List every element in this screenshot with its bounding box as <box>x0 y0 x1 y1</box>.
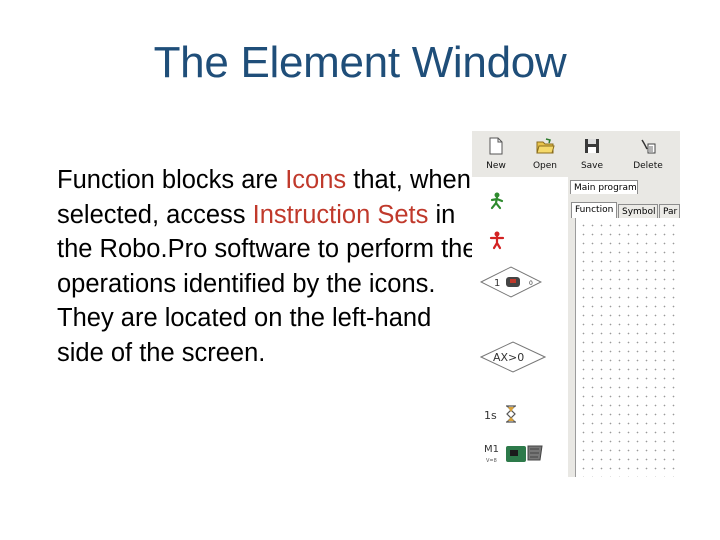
save-button-label: Save <box>580 161 604 171</box>
end-block[interactable] <box>486 230 508 250</box>
open-button-label: Open <box>532 161 558 171</box>
delete-button[interactable]: Delete <box>628 133 668 175</box>
svg-text:V=8: V=8 <box>486 458 497 464</box>
wait-block[interactable]: 1s <box>480 403 530 425</box>
motor-block-label: M1 <box>484 444 499 455</box>
canvas-scrollbar[interactable] <box>568 218 575 477</box>
program-canvas[interactable] <box>575 218 680 477</box>
tab-par[interactable]: Par <box>659 204 680 218</box>
tab-function[interactable]: Function <box>571 202 617 218</box>
red-stop-man-icon <box>489 231 505 250</box>
motor-icon: M1 V=8 <box>482 440 550 470</box>
svg-text:0: 0 <box>529 280 533 287</box>
highlight-icons: Icons <box>285 166 347 194</box>
slide-body-text: Function blocks are Icons that, when sel… <box>57 163 477 370</box>
new-file-icon <box>489 137 503 155</box>
slide-title: The Element Window <box>153 38 567 87</box>
highlight-instruction-sets: Instruction Sets <box>252 200 429 229</box>
sensor-diamond-icon: 1 0 <box>480 266 542 298</box>
branch-block-label: 1 <box>494 278 500 289</box>
save-button[interactable]: Save <box>572 133 612 175</box>
hourglass-icon: 1s <box>480 403 528 425</box>
toolbar: New Open Save Delete <box>472 131 680 177</box>
open-folder-icon <box>536 138 555 154</box>
delete-button-label: Delete <box>633 161 663 171</box>
main-tab-bar: Main program <box>568 177 680 195</box>
tab-symbol[interactable]: Symbol <box>618 204 658 218</box>
compare-block-label: AX>0 <box>493 351 524 364</box>
save-disk-icon <box>585 139 599 153</box>
branch-block[interactable]: 1 0 <box>480 265 542 299</box>
robopro-screenshot: New Open Save Delete 1 0 AX>0 1s M1 V=8 … <box>472 131 680 477</box>
new-button-label: New <box>486 161 506 171</box>
delete-icon <box>641 139 656 154</box>
body-text-part: Function blocks are <box>57 166 286 194</box>
tab-main-program[interactable]: Main program <box>570 180 638 194</box>
green-running-man-icon <box>486 191 508 211</box>
new-button[interactable]: New <box>476 133 516 175</box>
start-block[interactable] <box>486 191 508 211</box>
element-palette: 1 0 AX>0 1s M1 V=8 <box>472 177 568 477</box>
open-button[interactable]: Open <box>525 133 565 175</box>
wait-block-label: 1s <box>484 409 497 422</box>
motor-block[interactable]: M1 V=8 <box>482 440 550 470</box>
compare-block[interactable]: AX>0 <box>480 340 546 374</box>
